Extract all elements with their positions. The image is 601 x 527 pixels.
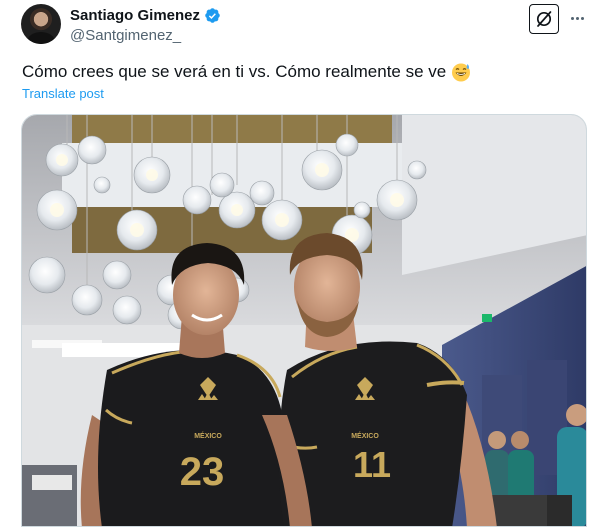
more-options-button[interactable] — [565, 6, 589, 30]
author-handle[interactable]: @Santgimenez_ — [70, 27, 181, 44]
photo: MÉXICO 23 MÉXICO 11 — [22, 115, 586, 526]
more-dot — [580, 16, 584, 20]
grok-icon — [536, 11, 552, 27]
post-media-image[interactable]: MÉXICO 23 MÉXICO 11 — [21, 114, 587, 527]
author-avatar[interactable] — [21, 4, 61, 44]
left-jersey-number: 23 — [180, 450, 225, 494]
author-display-name[interactable]: Santiago Gimenez — [70, 7, 200, 24]
post-text: Cómo crees que se verá en ti vs. Cómo re… — [22, 61, 471, 83]
author-name-row: Santiago Gimenez — [70, 5, 221, 25]
translate-post-link[interactable]: Translate post — [22, 86, 104, 101]
right-jersey-number: 11 — [353, 444, 391, 485]
left-jersey-crest-text: MÉXICO — [194, 431, 222, 440]
verified-badge-icon — [205, 7, 220, 23]
post-body: Cómo crees que se verá en ti vs. Cómo re… — [22, 62, 447, 81]
grinning-sweat-emoji-icon — [452, 63, 471, 82]
more-dot — [570, 16, 574, 20]
right-jersey-crest-text: MÉXICO — [351, 431, 379, 440]
more-dot — [575, 16, 579, 20]
grok-button[interactable] — [529, 4, 559, 34]
